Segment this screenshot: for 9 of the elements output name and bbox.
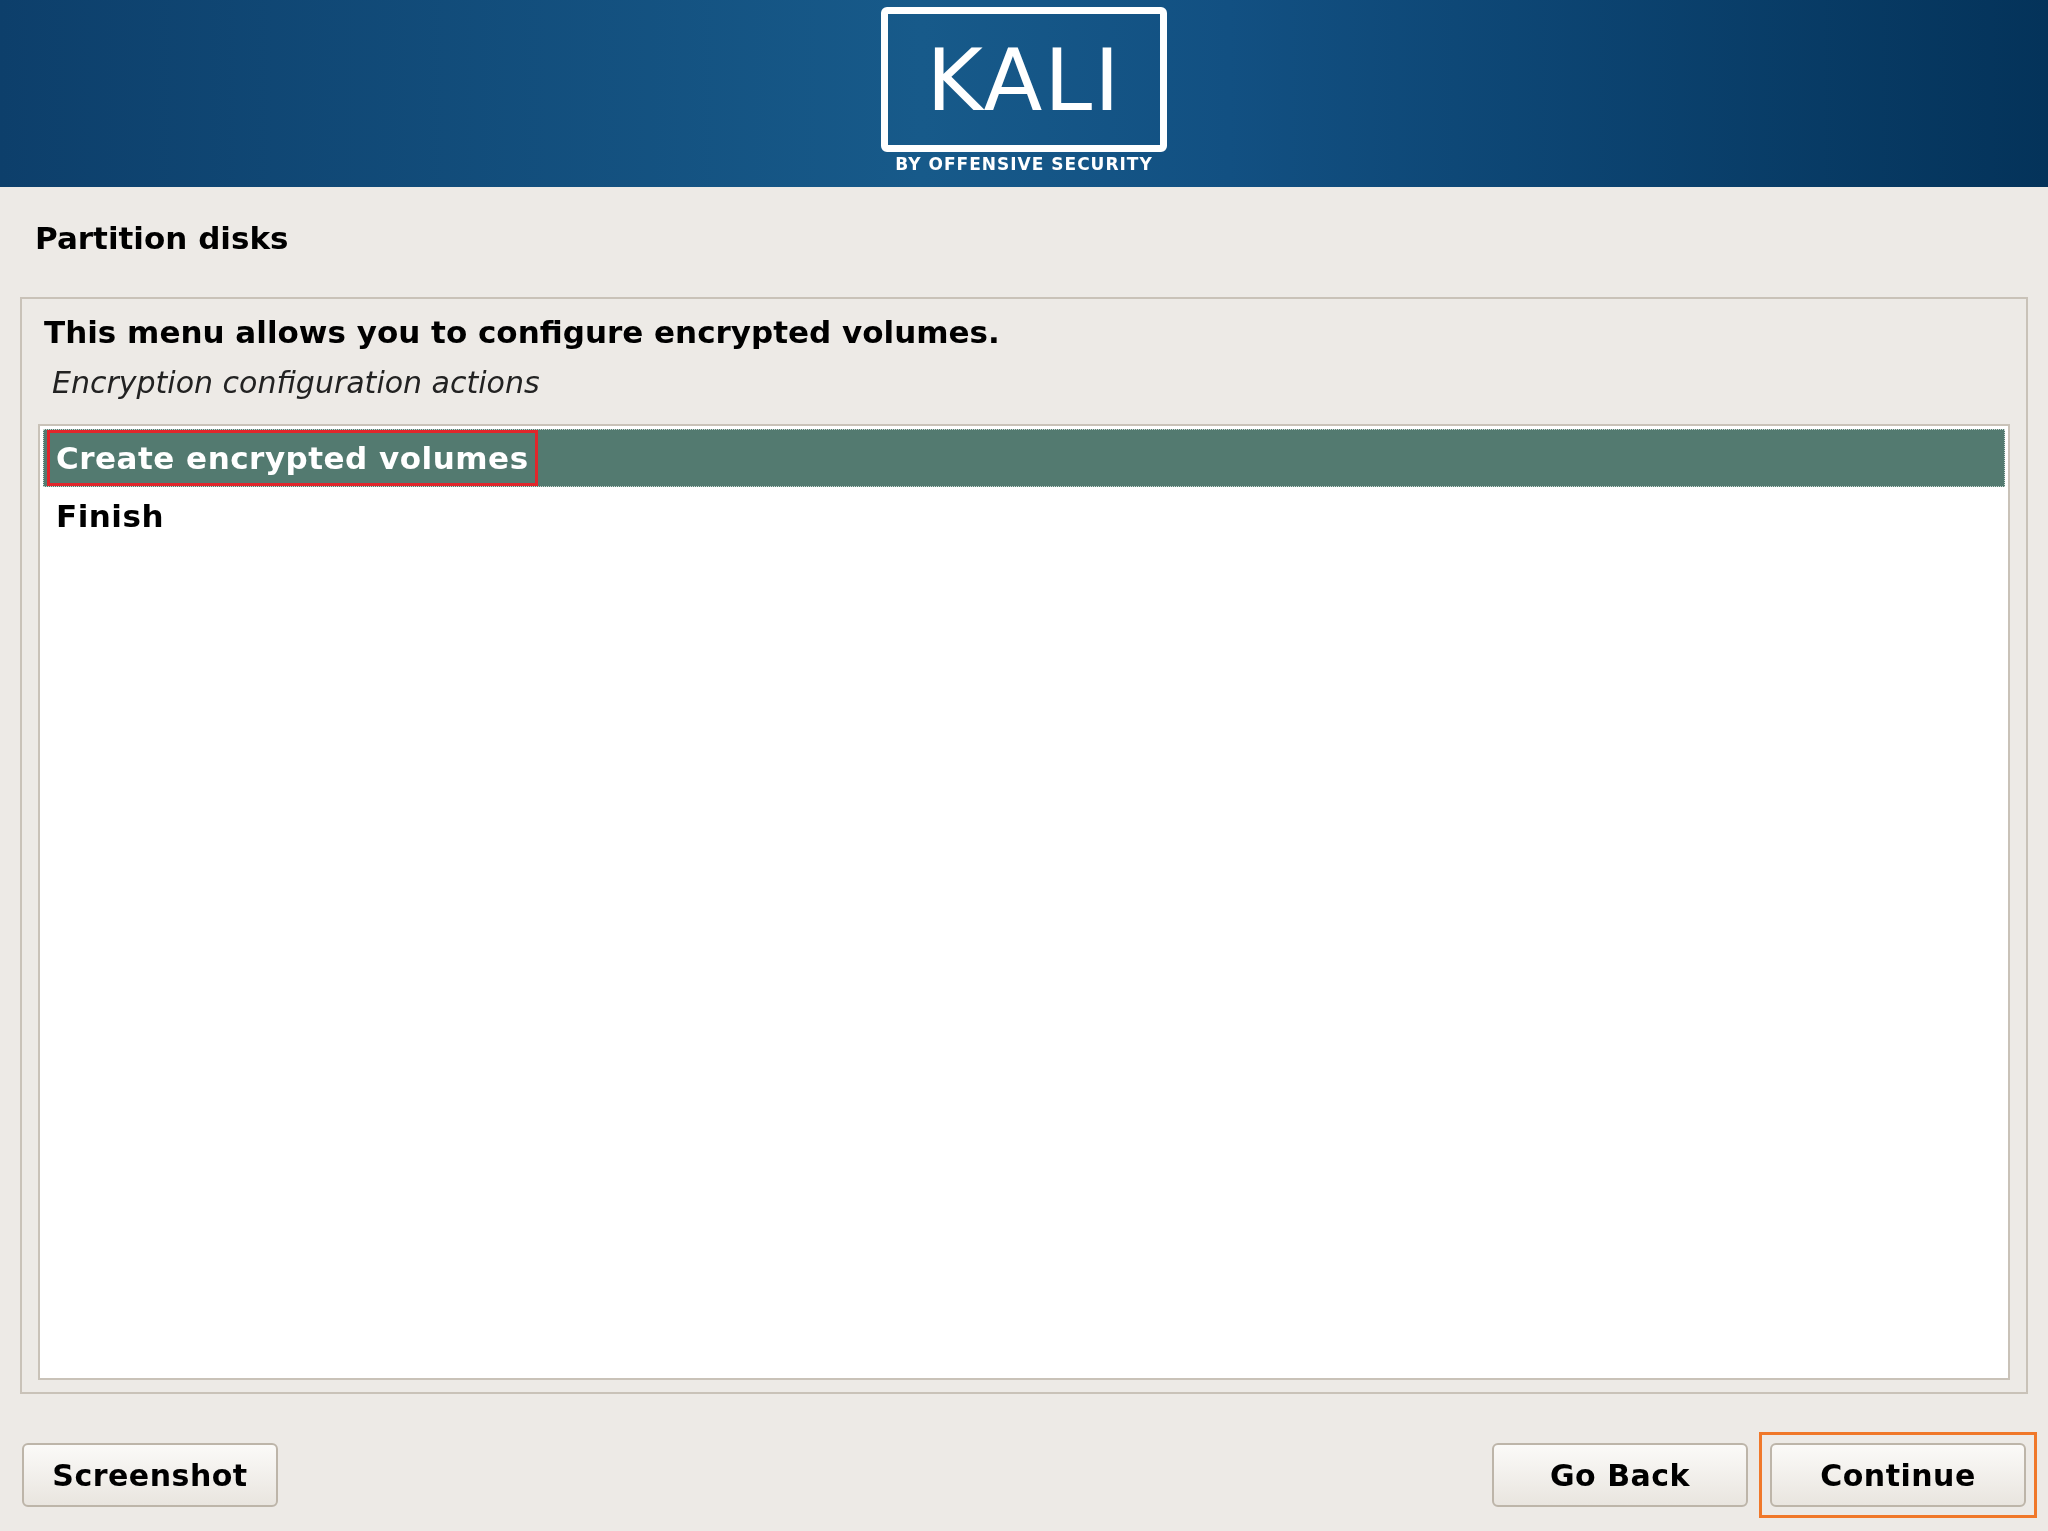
panel-subheading: Encryption configuration actions [51, 365, 541, 401]
back-button[interactable]: Go Back [1492, 1443, 1748, 1507]
logo-text: KALI [926, 36, 1122, 123]
page-title: Partition disks [34, 219, 290, 258]
list-item[interactable]: Create encrypted volumes [43, 429, 2005, 487]
screenshot-button[interactable]: Screenshot [22, 1443, 278, 1507]
logo-tagline: BY OFFENSIVE SECURITY [895, 156, 1153, 173]
continue-button[interactable]: Continue [1770, 1443, 2026, 1507]
panel-heading: This menu allows you to configure encrypted volumes. [43, 313, 1001, 351]
